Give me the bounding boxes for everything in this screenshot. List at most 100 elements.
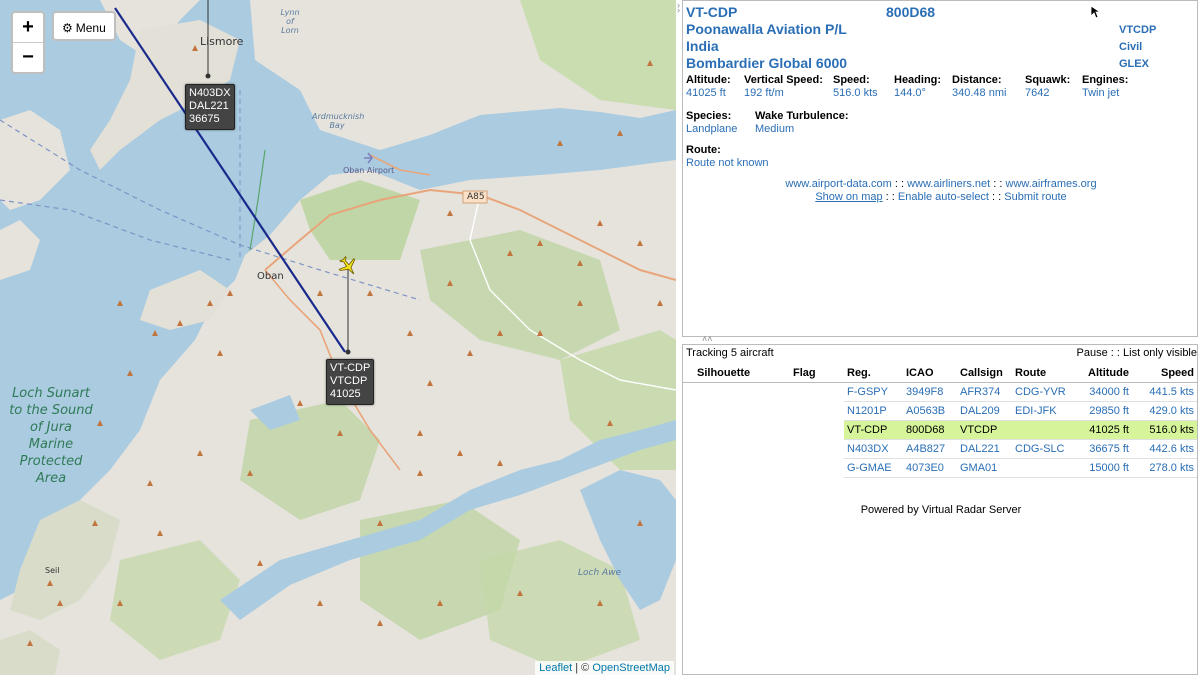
field-label: Heading:: [894, 74, 942, 86]
reg-cell: F-GSPY: [844, 382, 903, 402]
icao-cell: A0563B: [903, 401, 957, 421]
show-on-map-link[interactable]: Show on map: [815, 191, 882, 203]
field-route: Route: Route not known: [686, 144, 769, 169]
field-value: 340.48 nmi: [952, 87, 1007, 99]
icao-cell: 800D68: [903, 420, 957, 440]
field-label: Wake Turbulence:: [755, 110, 849, 122]
field-label: Vertical Speed:: [744, 74, 823, 86]
zoom-in-button[interactable]: +: [13, 13, 43, 42]
field-label: Distance:: [952, 74, 1002, 86]
list-options-separator: : :: [1107, 347, 1124, 359]
altitude-cell: 15000 ft: [1074, 458, 1132, 478]
detail-icao: 800D68: [886, 4, 936, 20]
detail-registration: VT-CDP: [686, 4, 738, 20]
reg-cell: VT-CDP: [844, 420, 903, 440]
route-cell: EDI-JFK: [1012, 401, 1074, 421]
field-label: Altitude:: [686, 74, 731, 86]
field-engines: Engines: Twin jet: [1082, 74, 1128, 99]
column-header-icao[interactable]: ICAO: [903, 364, 957, 383]
table-row[interactable]: N1201P A0563B DAL209 EDI-JFK 29850 ft 429.0 k…: [683, 401, 1197, 421]
enable-auto-select-link[interactable]: Enable auto-select: [898, 191, 989, 203]
field-value: Medium: [755, 123, 795, 135]
silhouette-cell: [683, 421, 790, 440]
pause-link[interactable]: Pause: [1077, 347, 1108, 359]
callsign-cell: VTCDP: [957, 420, 1012, 440]
column-header-speed[interactable]: Speed: [1132, 364, 1197, 383]
field-value: 516.0 kts: [833, 87, 878, 99]
attribution-separator: | ©: [572, 662, 593, 674]
detail-country: India: [686, 38, 719, 54]
reg-cell: N403DX: [844, 439, 903, 459]
flag-cell: [790, 383, 844, 402]
table-row[interactable]: N403DX A4B827 DAL221 CDG-SLC 36675 ft 442.6 k…: [683, 439, 1197, 459]
link-separator: : :: [989, 191, 1005, 203]
map-view[interactable]: Lismore Lynn of Lorn Ardmucknish Bay Oba…: [0, 0, 676, 675]
mouse-cursor-icon: [1090, 5, 1100, 19]
column-header-altitude[interactable]: Altitude: [1074, 364, 1132, 383]
splitter-grip-icon: ˄˄: [702, 334, 713, 344]
aircraft-label-reg: N403DX: [189, 87, 231, 99]
table-header-row: Silhouette Flag Reg. ICAO Callsign Route…: [683, 364, 1197, 383]
map-attribution: Leaflet | © OpenStreetMap: [535, 661, 674, 675]
speed-cell: 429.0 kts: [1132, 401, 1197, 421]
field-value: Route not known: [686, 157, 769, 169]
aircraft-detail-panel: VT-CDP 800D68 Poonawalla Aviation P/L VT…: [682, 0, 1198, 337]
callsign-cell: DAL221: [957, 439, 1012, 459]
airframes-link[interactable]: www.airframes.org: [1006, 178, 1097, 190]
field-squawk: Squawk: 7642: [1025, 74, 1070, 99]
aircraft-label-vtcdp[interactable]: VT-CDP VTCDP 41025: [326, 359, 375, 405]
field-value: 41025 ft: [686, 87, 726, 99]
selected-aircraft-icon[interactable]: [337, 255, 359, 277]
column-header-silhouette[interactable]: Silhouette: [683, 364, 790, 383]
road-shield-a85: [462, 190, 488, 204]
column-header-flag[interactable]: Flag: [790, 364, 844, 383]
altitude-cell: 36675 ft: [1074, 439, 1132, 459]
aircraft-label-callsign: DAL221: [189, 100, 229, 112]
flag-cell: [790, 459, 844, 478]
flag-cell: [790, 421, 844, 440]
aircraft-table: Silhouette Flag Reg. ICAO Callsign Route…: [683, 364, 1197, 478]
map-tiles: [0, 0, 676, 675]
icao-cell: A4B827: [903, 439, 957, 459]
table-row[interactable]: VT-CDP 800D68 VTCDP 41025 ft 516.0 kts: [683, 420, 1197, 440]
column-header-callsign[interactable]: Callsign: [957, 364, 1012, 383]
zoom-out-button[interactable]: −: [13, 42, 43, 72]
zoom-control: + −: [11, 11, 45, 74]
field-species: Species: Landplane: [686, 110, 737, 135]
openstreetmap-link[interactable]: OpenStreetMap: [592, 662, 670, 674]
detail-operator: Poonawalla Aviation P/L: [686, 21, 847, 37]
link-separator: : :: [891, 178, 908, 190]
field-value: 144.0°: [894, 87, 926, 99]
list-only-visible-link[interactable]: List only visible: [1123, 347, 1197, 359]
tracking-count: Tracking 5 aircraft: [686, 347, 774, 359]
aircraft-label-n403dx[interactable]: N403DX DAL221 36675: [185, 84, 235, 130]
speed-cell: 516.0 kts: [1132, 420, 1197, 440]
silhouette-cell: [683, 402, 790, 421]
silhouette-cell: [683, 459, 790, 478]
aircraft-label-altitude: 36675: [189, 113, 220, 125]
field-label: Species:: [686, 110, 732, 122]
aircraft-label-altitude: 41025: [330, 388, 361, 400]
horizontal-splitter[interactable]: ˄˄: [682, 334, 1198, 344]
field-label: Squawk:: [1025, 74, 1071, 86]
reg-cell: N1201P: [844, 401, 903, 421]
airport-data-link[interactable]: www.airport-data.com: [785, 178, 891, 190]
aircraft-label-callsign: VTCDP: [330, 375, 368, 387]
airliners-link[interactable]: www.airliners.net: [907, 178, 990, 190]
submit-route-link[interactable]: Submit route: [1004, 191, 1066, 203]
table-row[interactable]: F-GSPY 3949F8 AFR374 CDG-YVR 34000 ft 441.5 k…: [683, 382, 1197, 402]
field-speed: Speed: 516.0 kts: [833, 74, 878, 99]
column-header-reg[interactable]: Reg.: [844, 364, 903, 383]
menu-button-label: Menu: [75, 21, 106, 35]
altitude-cell: 29850 ft: [1074, 401, 1132, 421]
altitude-cell: 34000 ft: [1074, 382, 1132, 402]
column-header-route[interactable]: Route: [1012, 364, 1074, 383]
detail-category: Civil: [1119, 41, 1143, 53]
menu-button[interactable]: ⚙ Menu: [52, 11, 116, 41]
leaflet-link[interactable]: Leaflet: [539, 662, 572, 674]
route-cell: CDG-SLC: [1012, 439, 1074, 459]
field-value: Landplane: [686, 123, 738, 135]
table-row[interactable]: G-GMAE 4073E0 GMA01 15000 ft 278.0 kts: [683, 458, 1197, 478]
powered-by-text: Powered by Virtual Radar Server: [860, 504, 1022, 516]
field-value: 192 ft/m: [744, 87, 784, 99]
